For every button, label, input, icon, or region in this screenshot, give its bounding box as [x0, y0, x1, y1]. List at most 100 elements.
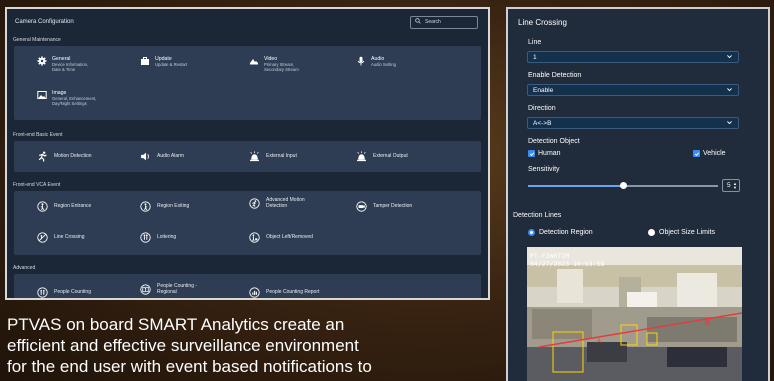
sensitivity-value: 5	[727, 182, 731, 189]
object-size-limits-label: Object Size Limits	[659, 229, 716, 236]
item-label: Region Entrance	[54, 202, 92, 209]
direction-value: A<->B	[533, 119, 552, 127]
tile-update[interactable]: Update Update & Restart	[140, 56, 187, 67]
detection-region-label: Detection Region	[539, 229, 593, 236]
caption-line: for the end user with event based notifi…	[7, 357, 372, 376]
sensitivity-label: Sensitivity	[528, 166, 560, 173]
slider-fill	[528, 185, 623, 187]
chevron-down-icon	[726, 119, 733, 128]
window-title: Camera Configuration	[15, 19, 74, 25]
tile-video[interactable]: Video Primary Stream, Secondary Stream	[249, 56, 299, 72]
human-checkbox[interactable]: Human	[528, 150, 561, 157]
vehicle-label: Vehicle	[703, 150, 726, 157]
alarm-bell-icon	[356, 151, 367, 162]
section-title-advanced: Advanced	[13, 265, 36, 271]
window-header: Camera Configuration Search	[7, 9, 488, 35]
detection-lines-title: Detection Lines	[513, 212, 562, 219]
region-entrance-icon	[37, 201, 48, 212]
region-exiting-icon	[140, 201, 151, 212]
item-people-counting-report[interactable]: People Counting Report	[249, 287, 319, 298]
enable-detection-select[interactable]: Enable	[527, 84, 739, 96]
item-region-exiting[interactable]: Region Exiting	[140, 201, 189, 212]
item-label: Region Exiting	[157, 202, 190, 209]
tile-general[interactable]: General Device Information, Date & Time	[37, 56, 88, 72]
item-external-output[interactable]: External Output	[356, 151, 408, 162]
detection-object-label: Detection Object	[528, 138, 580, 145]
vehicle-checkbox[interactable]: Vehicle	[693, 150, 726, 157]
stepper-arrows-icon: ▲ ▼	[733, 180, 737, 190]
caption-line: efficient and effective surveillance env…	[7, 336, 359, 355]
tile-audio[interactable]: Audio Audio Setting	[356, 56, 396, 67]
line-crossing-icon	[37, 232, 48, 243]
chevron-down-icon	[726, 53, 733, 62]
section-general-maintenance: General Device Information, Date & Time …	[14, 46, 481, 120]
camera-timestamp-overlay: 04/27/2023 10:53:58	[530, 260, 605, 268]
line-label: Line	[528, 39, 542, 46]
object-left-removed-icon	[249, 232, 260, 243]
tile-subtitle: Day/Night Settings	[52, 101, 87, 106]
chevron-down-icon	[726, 86, 733, 95]
section-title-front-end-basic: Front-end Basic Event	[13, 132, 63, 138]
item-label-line2: Detection	[266, 202, 288, 209]
camera-configuration-window: Camera Configuration Search General Main…	[5, 7, 490, 300]
camera-id-overlay: PT-F2WHTIM	[530, 252, 570, 260]
item-tamper-detection[interactable]: Tamper Detection	[356, 201, 412, 212]
radio-unselected-icon	[648, 229, 655, 236]
item-label: Loitering	[157, 233, 177, 240]
running-person-icon	[37, 151, 48, 162]
search-input[interactable]: Search	[410, 15, 478, 29]
svg-text:A: A	[597, 339, 601, 345]
tile-subtitle: Audio Setting	[371, 62, 396, 67]
image-icon	[37, 90, 47, 100]
section-front-end-vca: Region Entrance Region Exiting Advanced …	[14, 191, 481, 255]
item-advanced-motion-detection[interactable]: Advanced Motion Detection	[249, 197, 305, 209]
item-line-crossing[interactable]: Line Crossing	[37, 232, 85, 243]
item-loitering[interactable]: Loitering	[140, 232, 176, 243]
section-title-front-end-vca: Front-end VCA Event	[13, 182, 61, 188]
line-select[interactable]: 1	[527, 51, 739, 63]
camera-preview[interactable]: B A PT-F2WHTIM 04/27/2023 10:53:58	[527, 247, 742, 381]
item-people-counting[interactable]: People Counting	[37, 287, 91, 298]
tile-image[interactable]: Image General, Enhancement, Day/Night Se…	[37, 90, 96, 106]
item-label-line2: Regional	[157, 288, 177, 295]
section-front-end-basic: Motion Detection Audio Alarm External In…	[14, 141, 481, 172]
tile-subtitle: Update & Restart	[155, 62, 188, 67]
item-label: External Input	[266, 152, 297, 159]
direction-select[interactable]: A<->B	[527, 117, 739, 129]
item-label: Line Crossing	[54, 233, 85, 240]
item-motion-detection[interactable]: Motion Detection	[37, 151, 92, 162]
item-label: Audio Alarm	[157, 152, 184, 159]
item-label: Motion Detection	[54, 152, 92, 159]
item-audio-alarm[interactable]: Audio Alarm	[140, 151, 184, 162]
item-object-left-removed[interactable]: Object Left/Removed	[249, 232, 313, 243]
item-label: Object Left/Removed	[266, 233, 313, 240]
item-label: Tamper Detection	[373, 202, 413, 209]
search-icon	[415, 18, 421, 26]
item-people-counting-regional[interactable]: People Counting - Regional	[140, 283, 197, 295]
microphone-icon	[356, 56, 366, 66]
checkmark-icon	[528, 150, 535, 157]
sensitivity-stepper[interactable]: 5 ▲ ▼	[722, 179, 740, 192]
line-crossing-panel: Line Crossing Line 1 Enable Detection En…	[506, 7, 770, 381]
alarm-bell-icon	[249, 151, 260, 162]
slider-thumb[interactable]	[619, 182, 627, 189]
people-counting-regional-icon	[140, 284, 151, 295]
svg-text:B: B	[705, 320, 710, 327]
item-external-input[interactable]: External Input	[249, 151, 297, 162]
gear-icon	[37, 56, 47, 66]
radio-selected-icon	[528, 229, 535, 236]
marketing-caption: PTVAS on board SMART Analytics create an…	[7, 314, 497, 377]
detection-region-radio[interactable]: Detection Region	[528, 229, 593, 236]
tile-subtitle: Date & Time	[52, 67, 76, 72]
direction-label: Direction	[528, 105, 556, 112]
item-label: People Counting Report	[266, 288, 320, 295]
enable-detection-label: Enable Detection	[528, 72, 582, 79]
item-region-entrance[interactable]: Region Entrance	[37, 201, 91, 212]
checkmark-icon	[693, 150, 700, 157]
tile-subtitle: Secondary Stream	[264, 67, 299, 72]
item-label: External Output	[373, 152, 408, 159]
video-icon	[249, 56, 259, 66]
object-size-limits-radio[interactable]: Object Size Limits	[648, 229, 715, 236]
sensitivity-slider[interactable]	[528, 182, 718, 189]
tamper-camera-icon	[356, 201, 367, 212]
